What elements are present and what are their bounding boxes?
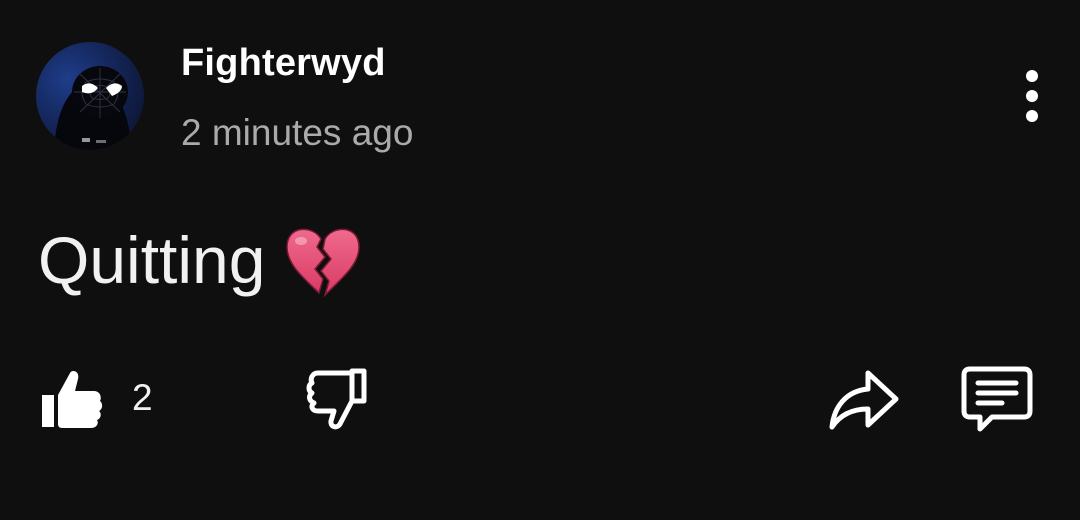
like-button[interactable]: [36, 363, 106, 433]
thumbs-up-icon: [42, 371, 103, 428]
share-arrow-icon: [829, 370, 899, 430]
broken-heart-icon: [283, 223, 363, 297]
action-bar: 2: [0, 355, 1080, 445]
share-button[interactable]: [826, 363, 902, 433]
comment-text: Quitting: [38, 223, 266, 297]
thumbs-down-icon: [306, 368, 367, 430]
comment-card: Fighterwyd 2 minutes ago Quitting 2: [0, 0, 1080, 520]
more-options-button[interactable]: [1006, 66, 1058, 128]
spider-mask-avatar: [54, 66, 132, 150]
comment-bubble-icon: [961, 366, 1033, 432]
avatar[interactable]: [36, 42, 144, 150]
comment-body: Quitting: [38, 222, 363, 298]
dislike-button[interactable]: [302, 363, 372, 433]
author-name[interactable]: Fighterwyd: [181, 42, 386, 85]
like-count: 2: [132, 377, 153, 418]
comment-timestamp: 2 minutes ago: [181, 112, 414, 153]
reply-button[interactable]: [958, 361, 1036, 437]
more-vertical-icon: [1026, 70, 1038, 122]
